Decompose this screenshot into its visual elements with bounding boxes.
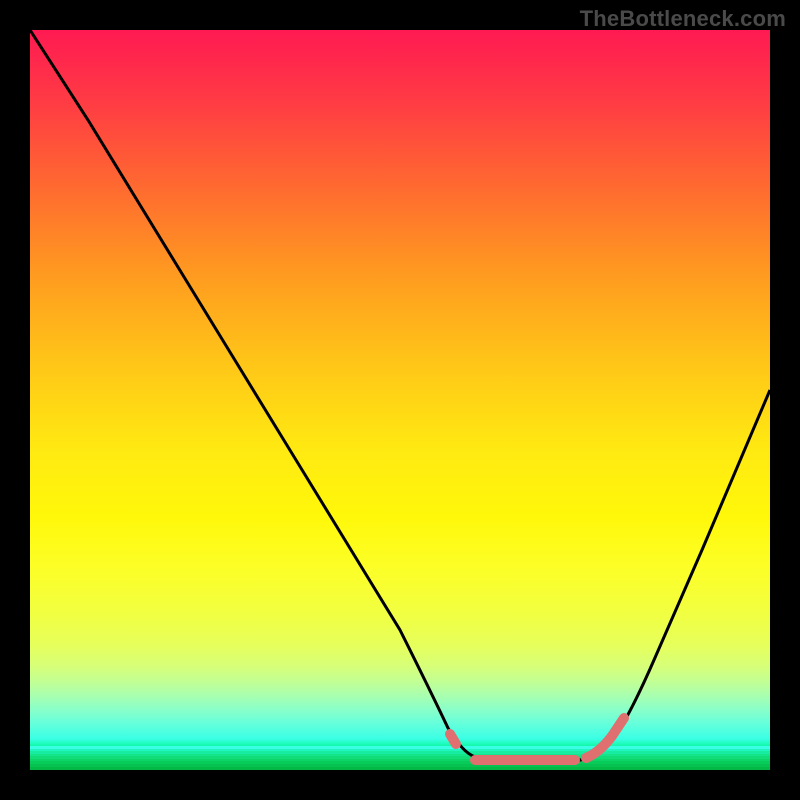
series-highlight-dot-left: [450, 734, 456, 744]
series-highlight-right: [586, 718, 624, 758]
curve-layer: [30, 30, 770, 770]
plot-area: [30, 30, 770, 770]
series-curve: [30, 30, 770, 762]
chart-container: TheBottleneck.com: [0, 0, 800, 800]
watermark-label: TheBottleneck.com: [580, 6, 786, 32]
